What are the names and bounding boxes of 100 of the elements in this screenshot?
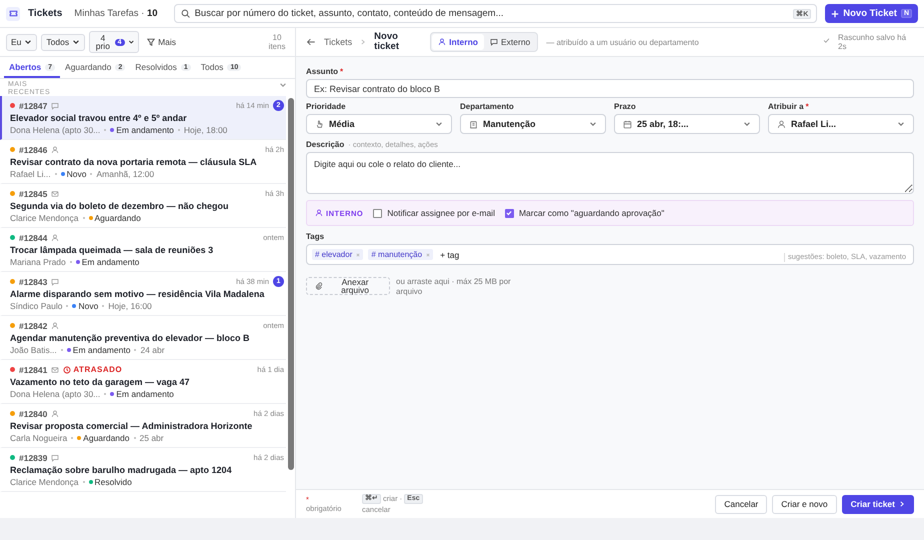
contact-name: Síndico Paulo [10, 301, 62, 312]
status-label: Novo [60, 169, 86, 180]
breadcrumb-link[interactable]: Tickets [324, 37, 352, 47]
checkbox-option[interactable]: Notificar assignee por e-mail [373, 208, 495, 218]
description-field[interactable]: Digite aqui ou cole o relato do cliente... [306, 152, 914, 194]
more-filters-button[interactable]: Mais [143, 37, 180, 47]
mail-icon [51, 190, 60, 198]
checkbox[interactable] [504, 208, 514, 218]
select-field[interactable]: Média [306, 114, 452, 134]
building-icon [469, 120, 478, 128]
field-label: Prioridade [306, 102, 347, 111]
person-icon [777, 120, 786, 128]
search-icon [180, 9, 190, 18]
tag-chip[interactable]: # manutenção [368, 249, 434, 260]
ticket-title: Revisar contrato da nova portaria remota — cláusula SLA [10, 157, 258, 168]
person-icon [51, 322, 60, 330]
ticket-id: #12841 [19, 364, 48, 375]
checkbox[interactable] [373, 208, 382, 218]
contact-name: Clarice Mendonça [10, 477, 79, 488]
status-label: Resolvido [88, 477, 132, 488]
chat-icon [51, 278, 60, 286]
status-label: Novo [72, 301, 98, 312]
chevron-down-icon [435, 120, 443, 128]
draft-status: Rascunho salvo há 2s [838, 33, 908, 51]
ticket-id: #12839 [19, 452, 48, 463]
create-ticket-button[interactable]: Criar ticket [842, 494, 914, 514]
person-icon [51, 234, 60, 242]
ticket-id: #12844 [19, 232, 48, 243]
ticket-title: Segunda via do boleto de dezembro — não chegou [10, 201, 230, 212]
mode-hint: — atribuído a um usuário ou departamento [546, 38, 699, 46]
ticket-title: Agendar manutenção preventiva do elevador — bloco B [10, 333, 251, 344]
person-icon [51, 410, 60, 418]
ticket-title: Revisar proposta comercial — Administradora Horizonte [10, 421, 254, 432]
chevron-down-icon [24, 38, 32, 46]
status-label: Em andamento [110, 125, 174, 136]
person-icon [438, 38, 446, 46]
attach-file-button[interactable]: Anexar arquivo [306, 277, 390, 295]
mode-toggle[interactable]: Interno [432, 34, 484, 50]
ticket-id: #12843 [19, 276, 48, 287]
field-label: Prazo [614, 102, 637, 111]
tag-chip[interactable]: # elevador [312, 249, 364, 260]
person-icon [315, 209, 323, 217]
sort-chevron-icon [279, 81, 287, 89]
ticket-title: Elevador social travou entre 4º e 5º andar [10, 113, 188, 124]
due-date: Hoje, 18:00 [184, 125, 228, 136]
status-label: Em andamento [66, 345, 130, 356]
chevron-right-icon [899, 501, 905, 507]
due-date: 24 abr [140, 345, 165, 356]
contact-name: Clarice Mendonça [10, 213, 79, 224]
status-label: Em andamento [110, 389, 174, 400]
ticket-id: #12847 [19, 100, 48, 111]
back-icon[interactable] [306, 37, 316, 47]
select-field[interactable]: Manutenção [460, 114, 606, 134]
ticket-title: Alarme disparando sem motivo — residência Vila Madalena [10, 289, 266, 300]
ticket-title: Reclamação sobre barulho madrugada — apto 1204 [10, 465, 233, 476]
chevron-down-icon [589, 120, 597, 128]
ticket-id: #12846 [19, 144, 48, 155]
due-date: 25 abr [140, 433, 164, 444]
footer-button[interactable]: Criar e novo [772, 494, 837, 514]
calendar-icon [623, 120, 632, 128]
attach-hint: ou arraste aqui · máx 25 MB por arquivo [396, 277, 512, 297]
scrollbar[interactable] [288, 98, 294, 470]
contact-name: Carla Nogueira [10, 433, 68, 444]
check-icon [823, 37, 830, 44]
checkbox-option[interactable]: Marcar como "aguardando aprovação" [504, 208, 664, 218]
filter-dropdown[interactable]: Eu [6, 34, 38, 50]
footer-button[interactable]: Cancelar [715, 494, 768, 514]
ticket-id: #12845 [19, 188, 48, 199]
contact-name: Dona Helena (apto 30... [10, 125, 100, 136]
due-date: Amanhã, 12:00 [96, 169, 154, 180]
my-tasks-count: Minhas Tarefas · 10 [74, 8, 158, 19]
paperclip-icon [315, 282, 324, 290]
subject-label: Assunto * [306, 67, 344, 76]
items-count: 10 itens [268, 33, 286, 51]
chevron-down-icon [72, 38, 80, 46]
mode-toggle[interactable]: Externo [484, 34, 536, 50]
status-label: Em andamento [76, 257, 140, 268]
chevron-down-icon [743, 120, 751, 128]
select-field[interactable]: 25 abr, 18:... [614, 114, 760, 134]
contact-name: Dona Helena (apto 30... [10, 389, 100, 400]
filter-dropdown[interactable]: Todos [41, 34, 86, 50]
chevron-right-icon [360, 39, 366, 45]
ticket-title: Vazamento no teto da garagem — vaga 47 [10, 377, 191, 388]
chevron-down-icon [128, 38, 134, 46]
ticket-id: #12840 [19, 408, 48, 419]
field-label: Departamento [460, 102, 515, 111]
tags-label: Tags [306, 232, 324, 241]
contact-name: Rafael Li... [10, 169, 51, 180]
select-field[interactable]: Rafael Li... [768, 114, 914, 134]
ticket-id: #12842 [19, 320, 48, 331]
clock-icon [63, 366, 72, 374]
ticket-icon [6, 6, 20, 20]
contact-name: João Batis... [10, 345, 57, 356]
field-label: Atribuir a * [768, 102, 810, 111]
due-date: Hoje, 16:00 [108, 301, 152, 312]
status-label: Aguardando [77, 433, 130, 444]
subject-field[interactable]: Ex: Revisar contrato do bloco B [306, 79, 914, 98]
description-label: Descrição [306, 140, 344, 149]
contact-name: Mariana Prado [10, 257, 66, 268]
hand-icon [315, 120, 324, 128]
